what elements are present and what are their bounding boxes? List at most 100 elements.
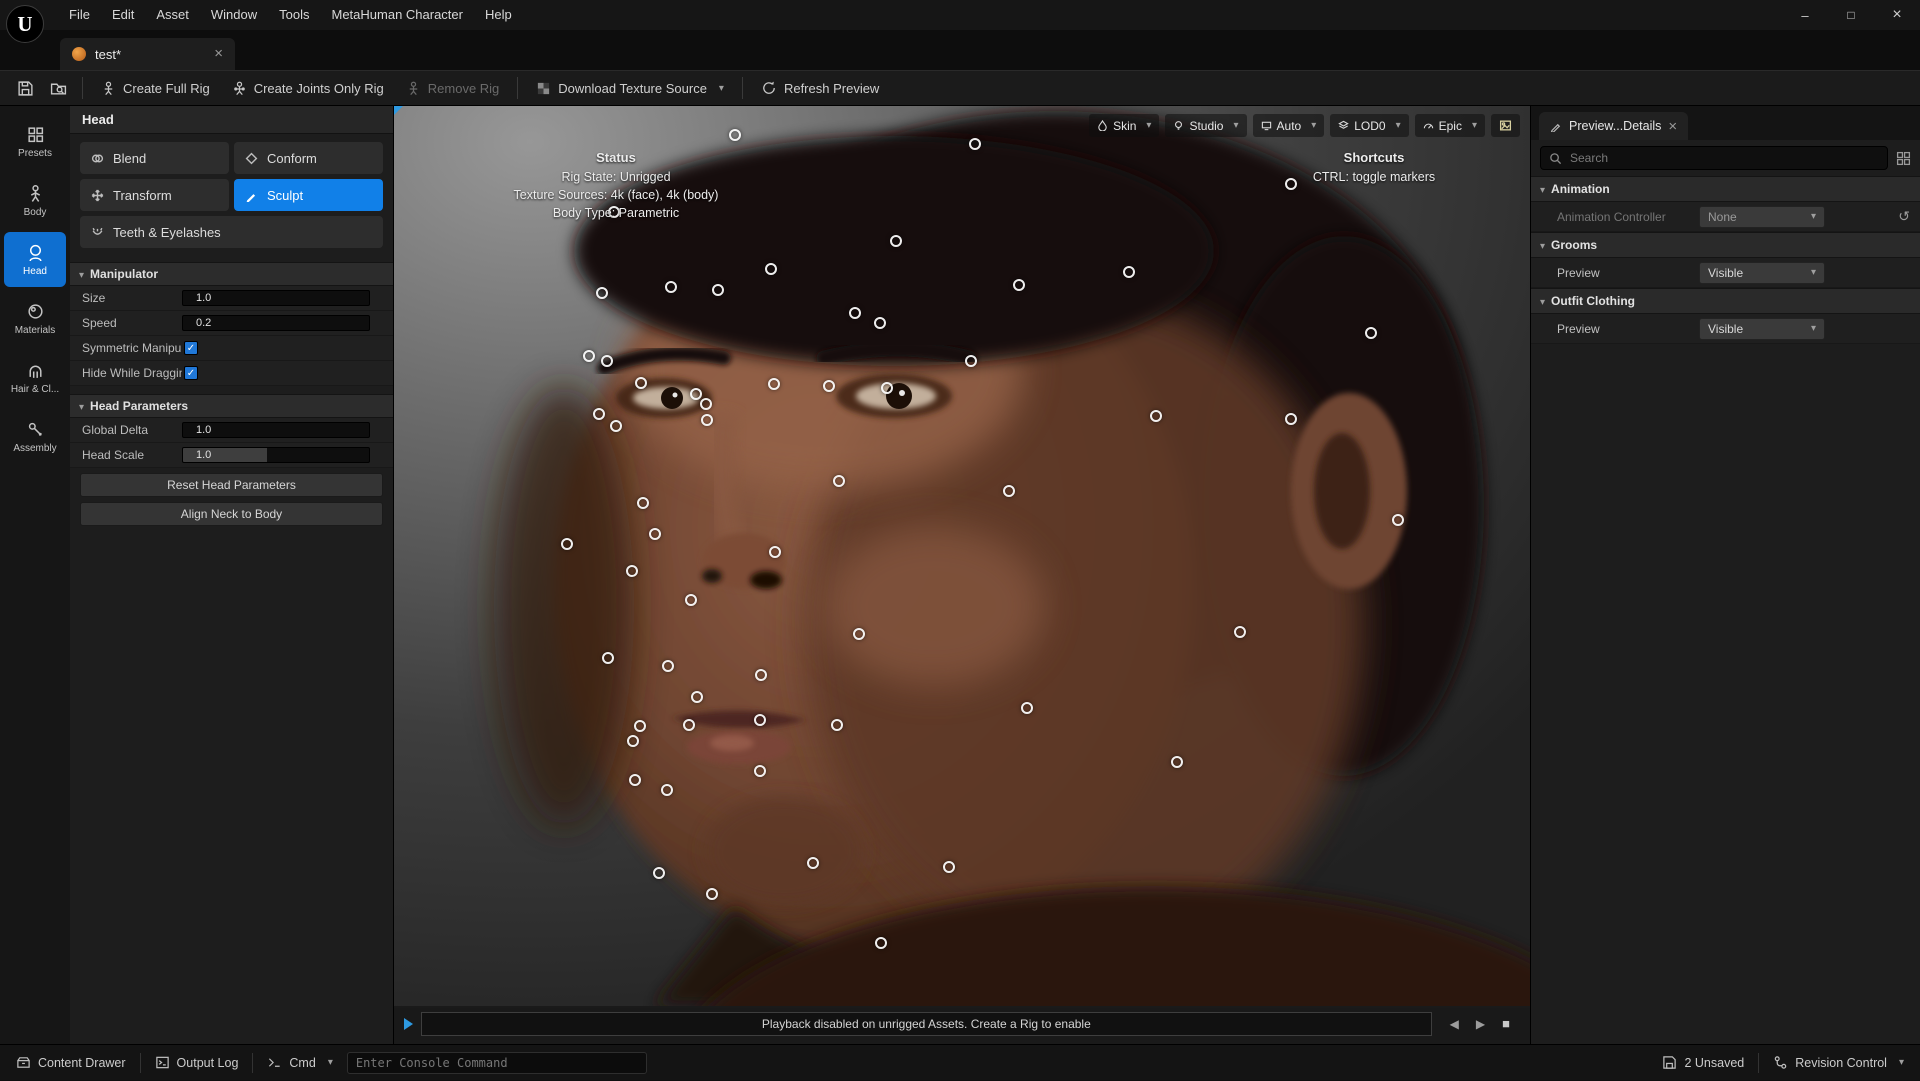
mode-teeth-eyelashes-button[interactable]: Teeth & Eyelashes xyxy=(80,216,383,248)
outfit-clothing-section-header[interactable]: Outfit Clothing xyxy=(1531,288,1920,314)
face-sculpt-marker[interactable] xyxy=(627,735,639,747)
reset-to-default-icon[interactable] xyxy=(1898,208,1910,225)
face-sculpt-marker[interactable] xyxy=(601,355,613,367)
search-box[interactable] xyxy=(1540,146,1888,170)
face-sculpt-marker[interactable] xyxy=(1150,410,1162,422)
details-tab-close-icon[interactable] xyxy=(1668,118,1677,135)
close-window-icon[interactable] xyxy=(1874,0,1920,30)
face-sculpt-marker[interactable] xyxy=(662,660,674,672)
face-sculpt-marker[interactable] xyxy=(706,888,718,900)
face-sculpt-marker[interactable] xyxy=(602,652,614,664)
face-sculpt-marker[interactable] xyxy=(1021,702,1033,714)
face-sculpt-marker[interactable] xyxy=(965,355,977,367)
face-sculpt-marker[interactable] xyxy=(626,565,638,577)
face-sculpt-marker[interactable] xyxy=(729,129,741,141)
face-sculpt-marker[interactable] xyxy=(1013,279,1025,291)
timeline-playhead-icon[interactable] xyxy=(404,1018,413,1030)
head-scale-slider[interactable]: 1.0 xyxy=(182,447,370,463)
face-sculpt-marker[interactable] xyxy=(561,538,573,550)
face-sculpt-marker[interactable] xyxy=(685,594,697,606)
face-sculpt-marker[interactable] xyxy=(690,388,702,400)
head-parameters-section-header[interactable]: Head Parameters xyxy=(70,394,393,418)
face-sculpt-marker[interactable] xyxy=(969,138,981,150)
animation-section-header[interactable]: Animation xyxy=(1531,176,1920,202)
mode-conform-button[interactable]: Conform xyxy=(234,142,383,174)
mode-blend-button[interactable]: Blend xyxy=(80,142,229,174)
reset-head-parameters-button[interactable]: Reset Head Parameters xyxy=(80,473,383,497)
stop-icon[interactable] xyxy=(1502,1015,1510,1033)
face-sculpt-marker[interactable] xyxy=(768,378,780,390)
skin-dropdown[interactable]: Skin xyxy=(1089,114,1159,137)
browse-to-asset-button[interactable] xyxy=(43,74,74,102)
face-sculpt-marker[interactable] xyxy=(853,628,865,640)
face-sculpt-marker[interactable] xyxy=(1365,327,1377,339)
menu-edit[interactable]: Edit xyxy=(101,0,145,30)
face-sculpt-marker[interactable] xyxy=(635,377,647,389)
content-drawer-button[interactable]: Content Drawer xyxy=(6,1045,136,1081)
create-joints-only-rig-button[interactable]: Create Joints Only Rig xyxy=(222,74,394,102)
face-sculpt-marker[interactable] xyxy=(712,284,724,296)
face-sculpt-marker[interactable] xyxy=(849,307,861,319)
align-neck-to-body-button[interactable]: Align Neck to Body xyxy=(80,502,383,526)
hide-while-dragging-checkbox[interactable] xyxy=(184,366,198,380)
output-log-button[interactable]: Output Log xyxy=(145,1045,249,1081)
face-sculpt-marker[interactable] xyxy=(596,287,608,299)
menu-window[interactable]: Window xyxy=(200,0,268,30)
nav-item-head[interactable]: Head xyxy=(4,232,66,287)
face-sculpt-marker[interactable] xyxy=(593,408,605,420)
face-sculpt-marker[interactable] xyxy=(823,380,835,392)
face-sculpt-marker[interactable] xyxy=(1285,413,1297,425)
face-sculpt-marker[interactable] xyxy=(683,719,695,731)
play-icon[interactable] xyxy=(1476,1015,1485,1033)
face-sculpt-marker[interactable] xyxy=(1171,756,1183,768)
auto-quality-dropdown[interactable]: Auto xyxy=(1253,114,1325,137)
global-delta-slider[interactable]: 1.0 xyxy=(182,422,370,438)
face-sculpt-marker[interactable] xyxy=(769,546,781,558)
face-sculpt-marker[interactable] xyxy=(755,669,767,681)
face-sculpt-marker[interactable] xyxy=(629,774,641,786)
mode-transform-button[interactable]: Transform xyxy=(80,179,229,211)
outfit-preview-dropdown[interactable]: Visible xyxy=(1699,318,1825,340)
symmetric-checkbox[interactable] xyxy=(184,341,198,355)
speed-slider[interactable]: 0.2 xyxy=(182,315,370,331)
grooms-section-header[interactable]: Grooms xyxy=(1531,232,1920,258)
nav-item-hair-clothing[interactable]: Hair & Cl... xyxy=(4,350,66,405)
previous-frame-icon[interactable] xyxy=(1450,1015,1459,1033)
face-sculpt-marker[interactable] xyxy=(700,398,712,410)
menu-file[interactable]: File xyxy=(58,0,101,30)
face-sculpt-marker[interactable] xyxy=(1392,514,1404,526)
face-sculpt-marker[interactable] xyxy=(754,714,766,726)
asset-tab[interactable]: test* xyxy=(60,38,235,70)
size-slider[interactable]: 1.0 xyxy=(182,290,370,306)
face-sculpt-marker[interactable] xyxy=(890,235,902,247)
face-sculpt-marker[interactable] xyxy=(754,765,766,777)
nav-item-body[interactable]: Body xyxy=(4,173,66,228)
face-sculpt-marker[interactable] xyxy=(653,867,665,879)
manipulator-section-header[interactable]: Manipulator xyxy=(70,262,393,286)
face-sculpt-marker[interactable] xyxy=(1234,626,1246,638)
lod-dropdown[interactable]: LOD0 xyxy=(1330,114,1408,137)
cmd-dropdown[interactable]: Cmd xyxy=(257,1045,342,1081)
face-sculpt-marker[interactable] xyxy=(691,691,703,703)
minimize-icon[interactable] xyxy=(1782,0,1828,30)
face-sculpt-marker[interactable] xyxy=(874,317,886,329)
maximize-icon[interactable] xyxy=(1828,0,1874,30)
face-sculpt-marker[interactable] xyxy=(765,263,777,275)
download-texture-source-button[interactable]: Download Texture Source xyxy=(526,74,734,102)
nav-item-presets[interactable]: Presets xyxy=(4,114,66,169)
menu-asset[interactable]: Asset xyxy=(145,0,200,30)
unsaved-changes-button[interactable]: 2 Unsaved xyxy=(1652,1045,1754,1081)
menu-tools[interactable]: Tools xyxy=(268,0,320,30)
save-button[interactable] xyxy=(10,74,41,102)
refresh-preview-button[interactable]: Refresh Preview xyxy=(751,74,889,102)
console-command-input[interactable] xyxy=(347,1052,647,1074)
face-sculpt-marker[interactable] xyxy=(649,528,661,540)
quality-epic-dropdown[interactable]: Epic xyxy=(1415,114,1485,137)
face-sculpt-marker[interactable] xyxy=(701,414,713,426)
face-sculpt-marker[interactable] xyxy=(943,861,955,873)
face-sculpt-marker[interactable] xyxy=(1123,266,1135,278)
mode-sculpt-button[interactable]: Sculpt xyxy=(234,179,383,211)
search-input[interactable] xyxy=(1568,150,1879,166)
face-sculpt-marker[interactable] xyxy=(637,497,649,509)
grooms-preview-dropdown[interactable]: Visible xyxy=(1699,262,1825,284)
